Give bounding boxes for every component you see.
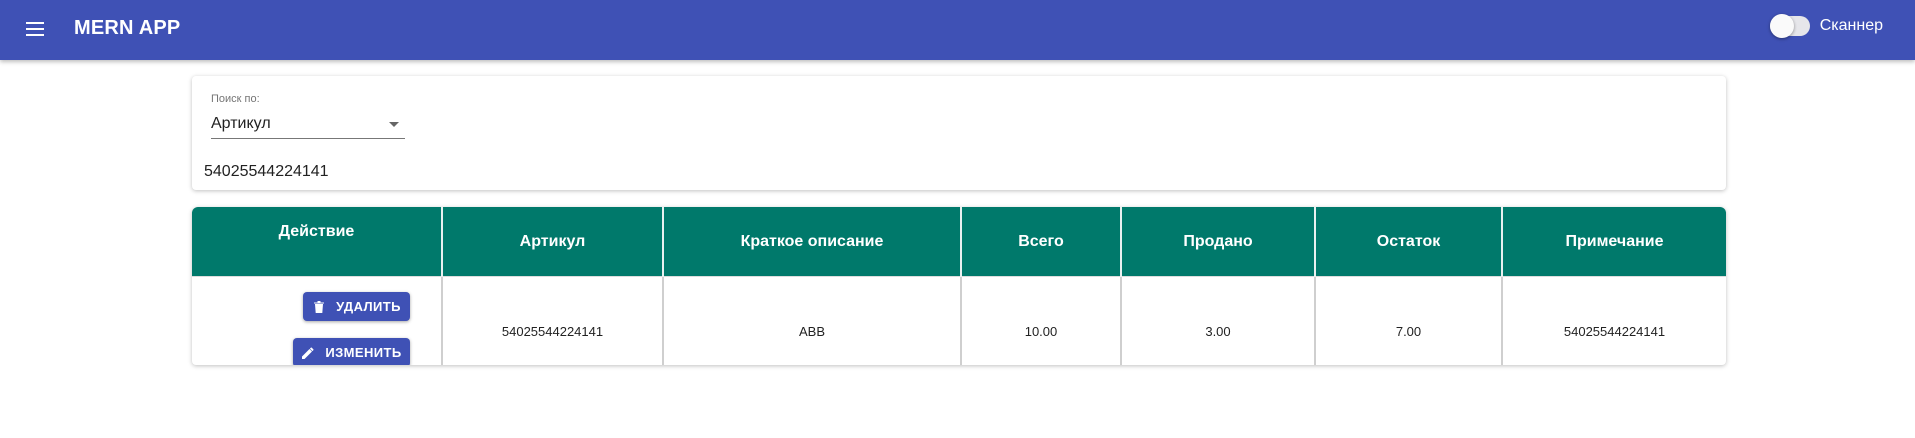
- table-row: УДАЛИТЬ ИЗМЕНИТЬ 54025544224141 ABB 10.0…: [192, 276, 1726, 365]
- table-header-row: Действие Артикул Краткое описание Всего …: [192, 207, 1726, 277]
- delete-label: УДАЛИТЬ: [336, 299, 401, 314]
- search-panel: Поиск по: Артикул: [192, 76, 1726, 190]
- edit-label: ИЗМЕНИТЬ: [325, 345, 402, 360]
- action-cell: УДАЛИТЬ ИЗМЕНИТЬ: [192, 276, 443, 365]
- search-by-value: Артикул: [211, 115, 271, 132]
- app-bar: MERN APP Сканнер: [0, 0, 1915, 60]
- scanner-switch[interactable]: [1769, 14, 1810, 38]
- header-note: Примечание: [1502, 207, 1726, 277]
- cell-sold: 3.00: [1121, 276, 1316, 365]
- header-action: Действие: [192, 207, 443, 277]
- search-input[interactable]: [202, 160, 706, 184]
- header-total: Всего: [961, 207, 1122, 277]
- header-article: Артикул: [442, 207, 664, 277]
- delete-button[interactable]: УДАЛИТЬ: [303, 292, 410, 321]
- app-title: MERN APP: [74, 17, 181, 39]
- dropdown-arrow-icon: [389, 122, 399, 127]
- cell-total: 10.00: [961, 276, 1122, 365]
- switch-knob: [1769, 14, 1794, 38]
- header-sold: Продано: [1121, 207, 1316, 277]
- header-description: Краткое описание: [663, 207, 962, 277]
- results-table: Действие Артикул Краткое описание Всего …: [192, 207, 1726, 365]
- cell-remaining: 7.00: [1315, 276, 1503, 365]
- edit-button[interactable]: ИЗМЕНИТЬ: [293, 338, 410, 365]
- scanner-toggle-group: Сканнер: [1769, 14, 1883, 38]
- cell-article: 54025544224141: [442, 276, 664, 365]
- header-remaining: Остаток: [1315, 207, 1503, 277]
- pencil-icon: [301, 346, 315, 360]
- menu-icon[interactable]: [24, 18, 46, 40]
- cell-description: ABB: [663, 276, 962, 365]
- scanner-label: Сканнер: [1819, 17, 1883, 34]
- search-by-select[interactable]: Артикул: [211, 114, 405, 139]
- search-by-label: Поиск по:: [211, 93, 260, 105]
- cell-note: 54025544224141: [1502, 276, 1726, 365]
- trash-icon: [312, 300, 326, 314]
